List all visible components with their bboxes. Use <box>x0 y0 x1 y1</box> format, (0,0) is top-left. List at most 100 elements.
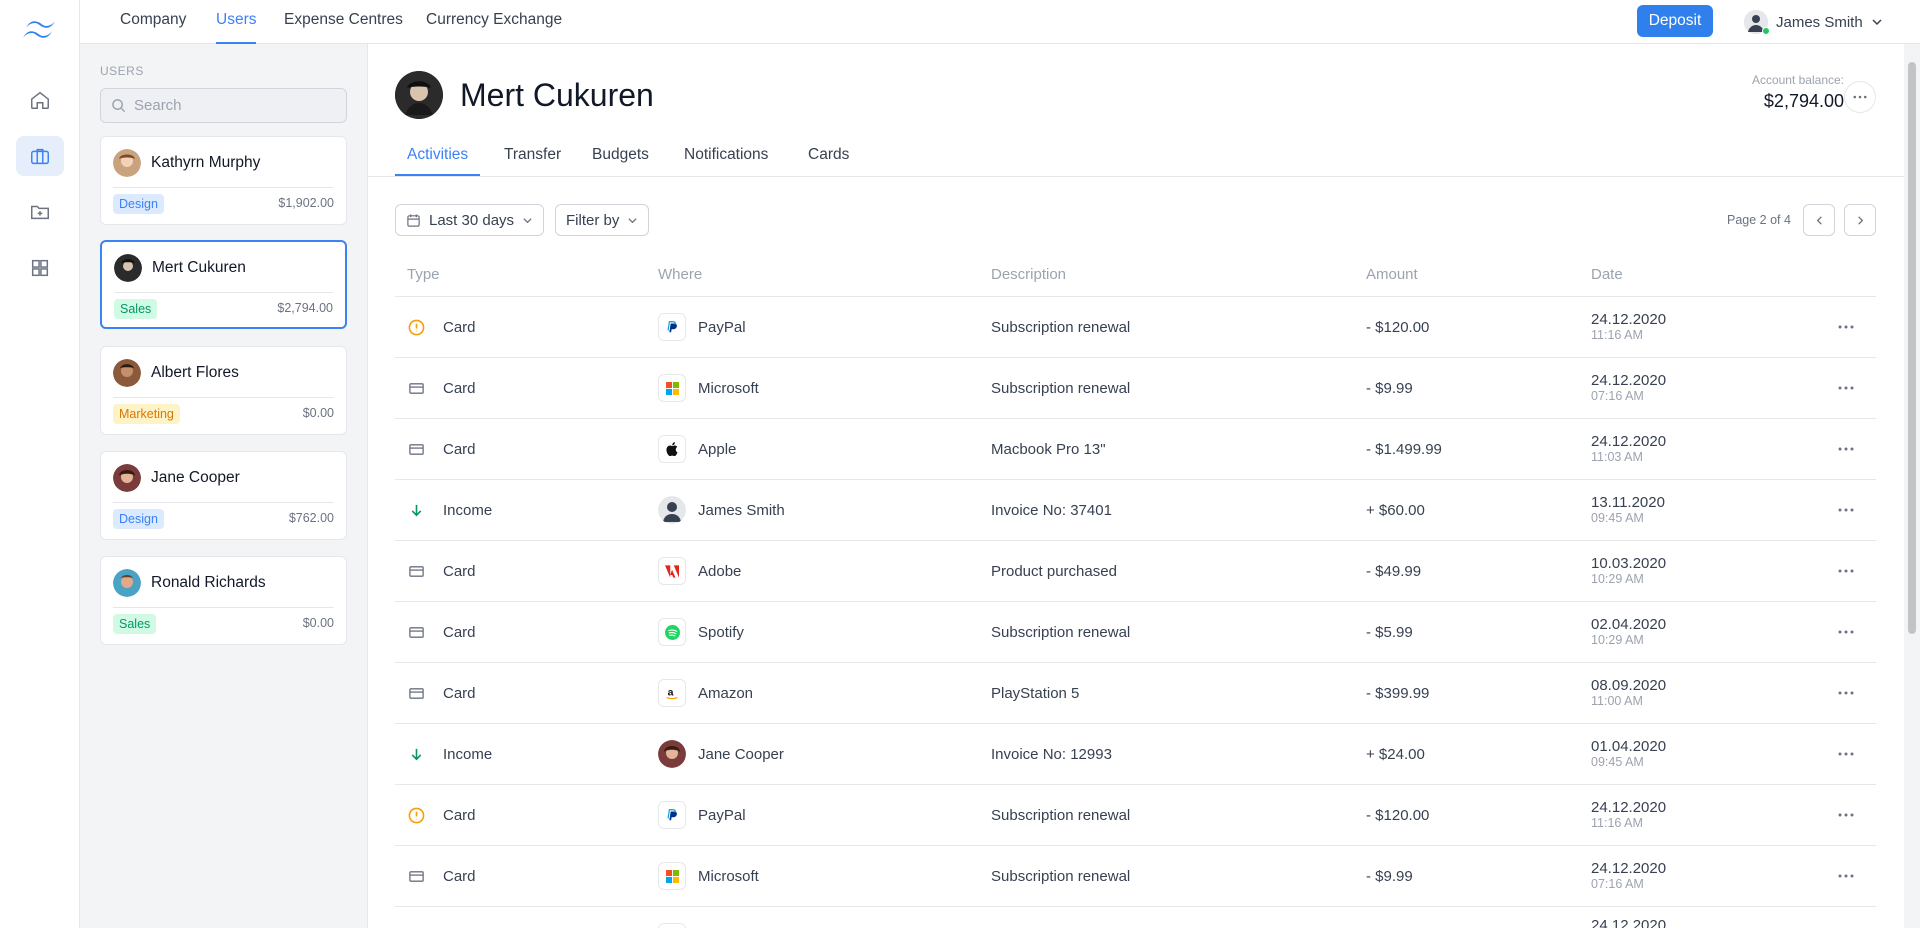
table-row[interactable]: 24.12.2020 <box>395 907 1876 928</box>
table-row[interactable]: Card Spotify Subscription renewal - $5.9… <box>395 602 1876 663</box>
more-horizontal-icon <box>1838 325 1854 329</box>
briefcase-icon[interactable] <box>16 136 64 176</box>
folder-add-icon[interactable] <box>16 192 64 232</box>
user-card-head: Kathyrn Murphy <box>113 149 260 177</box>
column-header-type: Type <box>407 266 440 283</box>
type-cell: Income <box>407 724 492 784</box>
user-card-ronald-richards[interactable]: Ronald Richards Sales $0.00 <box>100 556 347 645</box>
warning-icon <box>407 318 425 336</box>
date-cell: 24.12.2020 11:16 AM <box>1591 785 1666 845</box>
prev-page-button[interactable] <box>1803 204 1835 236</box>
more-horizontal-icon <box>1838 752 1854 756</box>
user-card-albert-flores[interactable]: Albert Flores Marketing $0.00 <box>100 346 347 435</box>
table-row[interactable]: Card a Amazon PlayStation 5 - $399.99 08… <box>395 663 1876 724</box>
row-menu-button[interactable] <box>1838 297 1854 357</box>
tab-transfer[interactable]: Transfer <box>504 142 561 176</box>
type-cell: Income <box>407 480 492 540</box>
row-where: Microsoft <box>698 867 759 885</box>
where-cell: Adobe <box>658 541 741 601</box>
row-date: 13.11.2020 <box>1591 494 1665 511</box>
search-input[interactable] <box>134 97 334 114</box>
filter-by-dropdown[interactable]: Filter by <box>555 204 650 236</box>
row-menu-button[interactable] <box>1838 724 1854 784</box>
more-options-button[interactable] <box>1844 81 1876 113</box>
row-menu-button[interactable] <box>1838 785 1854 845</box>
tag-badge: Sales <box>113 614 157 634</box>
amazon-logo-icon: a <box>658 679 686 707</box>
scrollbar-thumb[interactable] <box>1908 62 1916 634</box>
user-name: James Smith <box>1776 13 1863 31</box>
row-menu-button[interactable] <box>1838 663 1854 723</box>
row-date: 24.12.2020 <box>1591 917 1667 928</box>
nav-users[interactable]: Users <box>216 0 257 44</box>
more-horizontal-icon <box>1838 447 1854 451</box>
table-row[interactable]: Card PayPal Subscription renewal - $120.… <box>395 297 1876 358</box>
scrollbar[interactable] <box>1904 44 1920 928</box>
row-menu-button[interactable] <box>1838 602 1854 662</box>
nav-company[interactable]: Company <box>120 0 186 44</box>
tailwind-logo-icon[interactable] <box>18 14 62 48</box>
tab-budgets[interactable]: Budgets <box>592 142 649 176</box>
table-row[interactable]: Card Microsoft Subscription renewal - $9… <box>395 358 1876 419</box>
table-row[interactable]: Income James Smith Invoice No: 37401 + $… <box>395 480 1876 541</box>
avatar <box>114 254 142 282</box>
tab-activities[interactable]: Activities <box>395 142 481 176</box>
type-cell: Card <box>407 297 476 357</box>
logo-icon <box>658 923 686 928</box>
user-menu[interactable]: James Smith <box>1744 8 1883 36</box>
profile-avatar <box>395 71 443 119</box>
card-icon <box>407 867 425 885</box>
row-menu-button[interactable] <box>1838 419 1854 479</box>
table-row[interactable]: Card Apple Macbook Pro 13" - $1.499.99 2… <box>395 419 1876 480</box>
row-where: Jane Cooper <box>698 745 784 763</box>
row-time: 11:16 AM <box>1591 816 1643 830</box>
deposit-button[interactable]: Deposit <box>1637 5 1713 37</box>
row-description: Invoice No: 12993 <box>991 745 1112 763</box>
user-card-mert-cukuren[interactable]: Mert Cukuren Sales $2,794.00 <box>100 240 347 329</box>
date-cell: 24.12.2020 11:03 AM <box>1591 419 1666 479</box>
account-balance-label: Account balance: <box>1751 73 1844 87</box>
table-row[interactable]: Card PayPal Subscription renewal - $120.… <box>395 785 1876 846</box>
row-type: Income <box>443 745 493 763</box>
row-amount: - $1.499.99 <box>1366 440 1442 458</box>
date-cell: 24.12.2020 07:16 AM <box>1591 846 1666 906</box>
row-where: Amazon <box>698 684 754 702</box>
tab-notifications[interactable]: Notifications <box>684 142 768 176</box>
row-time: 11:03 AM <box>1591 450 1643 464</box>
type-cell: Card <box>407 785 476 845</box>
user-name: Kathyrn Murphy <box>151 154 261 171</box>
where-cell <box>658 907 698 928</box>
where-cell: PayPal <box>658 785 746 845</box>
nav-currency-exchange[interactable]: Currency Exchange <box>426 0 562 44</box>
row-amount: - $120.00 <box>1366 806 1430 824</box>
row-description: Subscription renewal <box>991 623 1131 641</box>
row-time: 10:29 AM <box>1591 572 1644 586</box>
chevron-right-icon <box>1857 215 1863 225</box>
row-description: Macbook Pro 13" <box>991 440 1106 458</box>
home-icon[interactable] <box>16 80 64 120</box>
user-name: Ronald Richards <box>151 574 266 591</box>
table-row[interactable]: Card Adobe Product purchased - $49.99 10… <box>395 541 1876 602</box>
grid-icon[interactable] <box>16 248 64 288</box>
row-menu-button[interactable] <box>1838 541 1854 601</box>
where-cell: Microsoft <box>658 846 759 906</box>
next-page-button[interactable] <box>1844 204 1876 236</box>
date-cell: 10.03.2020 10:29 AM <box>1591 541 1666 601</box>
nav-expense-centres[interactable]: Expense Centres <box>284 0 403 44</box>
date-range-dropdown[interactable]: Last 30 days <box>395 204 545 236</box>
where-cell: PayPal <box>658 297 746 357</box>
microsoft-logo-icon <box>658 862 686 890</box>
table-row[interactable]: Card Microsoft Subscription renewal - $9… <box>395 846 1876 907</box>
table-row[interactable]: Income Jane Cooper Invoice No: 12993 + $… <box>395 724 1876 785</box>
row-date: 08.09.2020 <box>1591 677 1667 694</box>
row-menu-button[interactable] <box>1838 846 1854 906</box>
user-card-kathyrn-murphy[interactable]: Kathyrn Murphy Design $1,902.00 <box>100 136 347 225</box>
date-cell: 08.09.2020 11:00 AM <box>1591 663 1666 723</box>
row-menu-button[interactable] <box>1838 358 1854 418</box>
avatar <box>658 496 686 524</box>
user-card-jane-cooper[interactable]: Jane Cooper Design $762.00 <box>100 451 347 540</box>
tab-cards[interactable]: Cards <box>808 142 849 176</box>
card-icon <box>407 440 425 458</box>
row-menu-button[interactable] <box>1838 480 1854 540</box>
chevron-down-icon <box>628 217 637 223</box>
